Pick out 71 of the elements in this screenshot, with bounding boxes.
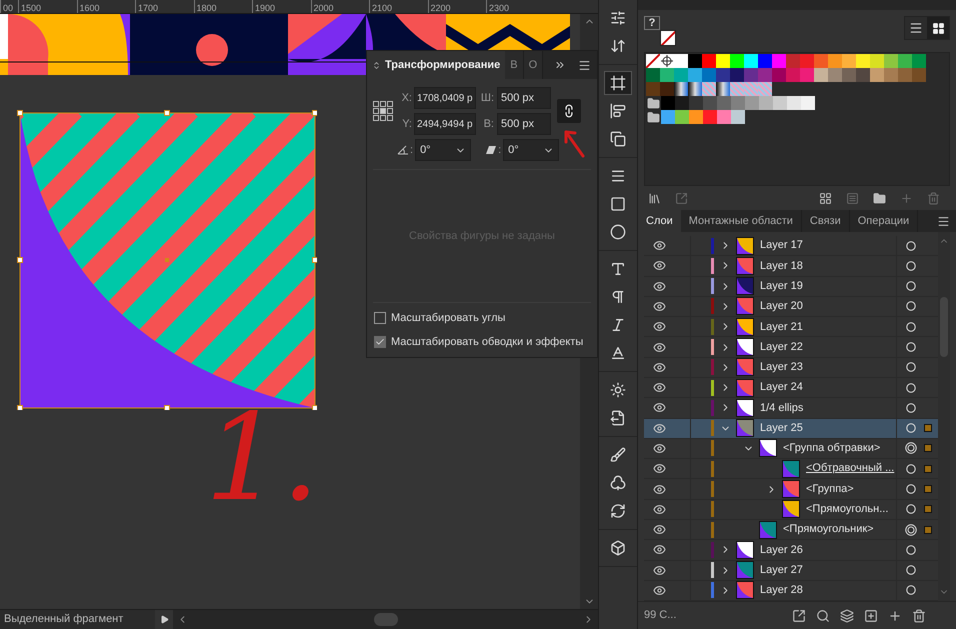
panel-tab[interactable]: Слои	[638, 210, 681, 232]
shear-dropdown[interactable]: 0°	[503, 139, 560, 161]
ruler-label: 00	[3, 3, 14, 13]
field-label: :	[498, 142, 502, 158]
fill-swatch[interactable]: ?	[644, 16, 660, 30]
layer-name[interactable]: Layer 21	[760, 318, 803, 336]
size-field[interactable]: 500 px	[497, 87, 551, 109]
panel-tab[interactable]: Связи	[802, 210, 850, 232]
ruler-label: 1500	[21, 3, 42, 13]
layer-name[interactable]: Layer 18	[760, 258, 803, 274]
layer-name[interactable]: 1/4 ellips	[760, 400, 804, 416]
layer-row[interactable]: Layer 26	[644, 540, 938, 560]
handwritten-annotation: 1.	[205, 399, 320, 519]
layer-name[interactable]: Layer 25	[760, 420, 803, 436]
layer-row[interactable]: Layer 19	[644, 276, 938, 297]
panel-tab[interactable]: О	[524, 51, 544, 79]
layer-row[interactable]: 1/4 ellips	[644, 398, 938, 419]
ruler-label: 2200	[430, 3, 451, 13]
layer-row[interactable]: Layer 22	[644, 337, 938, 358]
layer-row[interactable]: Layer 18	[644, 256, 938, 277]
panel-tab[interactable]: Операции	[850, 210, 918, 232]
ruler-label: 2000	[314, 3, 334, 13]
layer-name[interactable]: Layer 19	[760, 278, 803, 294]
layer-row[interactable]: Layer 23	[644, 358, 938, 378]
rotate-dropdown[interactable]: 0°	[415, 139, 472, 161]
layer-row[interactable]: <Группа обтравки>	[644, 438, 938, 460]
field-label: X:	[400, 90, 412, 106]
layer-count: 99 С...	[644, 608, 676, 624]
status-text: Выделенный фрагмент	[3, 612, 124, 628]
coordinate-field[interactable]: 2494,9494 p	[414, 113, 476, 135]
ruler-label: 1800	[196, 3, 217, 13]
layer-row[interactable]: <Группа>	[644, 479, 938, 500]
layer-name[interactable]: Layer 23	[760, 359, 803, 376]
size-field[interactable]: 500 px	[497, 113, 551, 135]
layer-row[interactable]: <Прямоугольн...	[644, 500, 938, 520]
layer-name[interactable]: Layer 27	[760, 562, 803, 578]
layer-name[interactable]: <Группа>	[806, 480, 854, 498]
layer-name[interactable]: <Прямоугольник>	[783, 521, 874, 538]
ruler-label: 2300	[489, 3, 510, 13]
checkbox-label[interactable]: Масштабировать обводки и эффекты	[391, 334, 584, 350]
layer-name[interactable]: Layer 22	[760, 338, 803, 356]
layer-row[interactable]: <Прямоугольник>	[644, 520, 938, 540]
layer-row[interactable]: Layer 28	[644, 580, 938, 601]
layer-row[interactable]: Layer 20	[644, 296, 938, 318]
checkbox-label[interactable]: Масштабировать углы	[391, 310, 506, 326]
layer-name[interactable]: Layer 20	[760, 298, 803, 315]
field-label: Ш:	[480, 90, 494, 106]
layer-row[interactable]: <Обтравочный ...	[644, 459, 938, 480]
layer-name[interactable]: <Группа обтравки>	[783, 440, 880, 457]
coordinate-field[interactable]: 1708,0409 p	[414, 87, 476, 109]
panel-tab[interactable]: В	[505, 51, 524, 79]
field-label: :	[410, 142, 414, 158]
layer-name[interactable]: Layer 26	[760, 542, 803, 558]
layer-name[interactable]: Layer 24	[760, 379, 803, 396]
layer-row[interactable]: Layer 24	[644, 378, 938, 398]
layer-row[interactable]: Layer 25	[644, 418, 938, 439]
ruler-label: 1900	[255, 3, 276, 13]
field-label: В:	[482, 116, 494, 132]
field-label: Y:	[401, 116, 412, 132]
layer-row[interactable]: Layer 17	[644, 236, 938, 256]
layer-row[interactable]: Layer 27	[644, 560, 938, 581]
layer-name[interactable]: <Обтравочный ...	[806, 460, 894, 477]
layer-name[interactable]: Layer 28	[760, 582, 803, 599]
ruler-label: 1600	[80, 3, 100, 13]
panel-tab[interactable]: Трансформирование	[367, 51, 506, 79]
layer-row[interactable]: Layer 21	[644, 317, 938, 338]
ruler-label: 2100	[372, 3, 392, 13]
layer-name[interactable]: Layer 17	[760, 237, 803, 254]
panel-tab[interactable]: Монтажные области	[680, 210, 802, 232]
ruler-label: 1700	[138, 3, 158, 13]
layer-name[interactable]: <Прямоугольн...	[806, 501, 888, 518]
